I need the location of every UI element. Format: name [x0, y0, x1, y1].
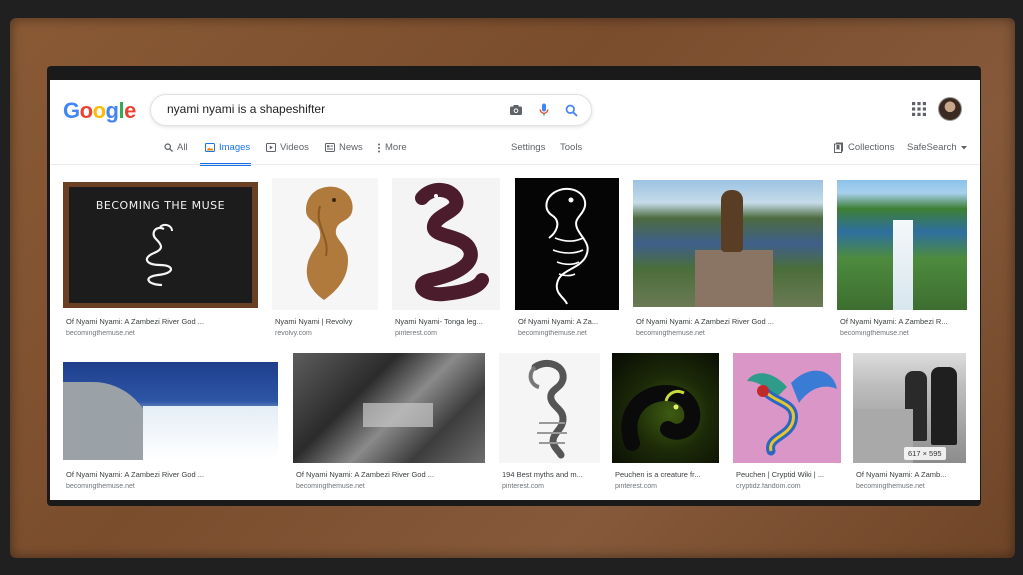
- account-avatar[interactable]: [938, 97, 962, 121]
- more-vert-icon: [378, 143, 380, 152]
- carved-serpent: [306, 186, 353, 300]
- result-domain: cryptidz.fandom.com: [736, 483, 801, 490]
- collections-label: Collections: [848, 142, 895, 153]
- tab-label: More: [385, 142, 407, 153]
- header-divider: [50, 164, 980, 165]
- google-logo[interactable]: Google: [63, 98, 136, 124]
- result-image[interactable]: [63, 362, 278, 460]
- result-image[interactable]: BECOMING THE MUSE: [63, 182, 258, 308]
- result-image[interactable]: [499, 353, 600, 463]
- dam-structure: [363, 403, 433, 427]
- winged-serpent: [747, 370, 837, 456]
- result-domain: pinterest.com: [395, 330, 438, 337]
- play-icon: [266, 143, 276, 152]
- stone-pedestal: [695, 250, 773, 307]
- logo-letter: G: [63, 98, 80, 123]
- result-domain: becomingthemuse.net: [840, 330, 909, 337]
- serpent-line-art: [545, 187, 589, 305]
- search-icon[interactable]: [562, 101, 580, 119]
- spillway-water: [143, 406, 278, 460]
- serpent-creature: [621, 384, 701, 451]
- chalkboard: BECOMING THE MUSE: [69, 187, 252, 303]
- result-title[interactable]: Nyami Nyami | Revolvy: [275, 317, 377, 326]
- result-domain: revolvy.com: [275, 330, 312, 337]
- tab-label: Tools: [560, 142, 583, 153]
- image-dimensions-badge: 617 × 595: [904, 447, 946, 460]
- tab-label: Images: [219, 142, 251, 153]
- tab-label: All: [177, 142, 188, 153]
- dropdown-arrow-icon: [960, 145, 967, 149]
- result-title[interactable]: Nyami Nyami- Tonga leg...: [395, 317, 499, 326]
- camera-icon[interactable]: [507, 101, 525, 119]
- result-domain: becomingthemuse.net: [66, 483, 135, 490]
- tab-images[interactable]: Images: [205, 142, 250, 153]
- result-image[interactable]: [392, 178, 500, 310]
- waterfall: [893, 220, 913, 310]
- tab-all[interactable]: All: [164, 142, 188, 153]
- result-title[interactable]: Of Nyami Nyami: A Zambezi River God ...: [636, 317, 822, 326]
- news-icon: [325, 143, 335, 152]
- tab-settings[interactable]: Settings: [511, 142, 545, 153]
- safesearch-label: SafeSearch: [907, 142, 957, 153]
- image-icon: [205, 143, 215, 152]
- search-input[interactable]: [165, 101, 499, 117]
- tab-tools[interactable]: Tools: [560, 142, 582, 153]
- result-image[interactable]: [633, 180, 823, 307]
- logo-letter: o: [79, 98, 93, 123]
- result-title[interactable]: Of Nyami Nyami: A Zambezi River God ...: [66, 470, 276, 479]
- logo-letter: o: [92, 98, 106, 123]
- result-title[interactable]: Of Nyami Nyami: A Zambezi River God ...: [66, 317, 256, 326]
- result-image[interactable]: [293, 353, 485, 463]
- safesearch-menu[interactable]: SafeSearch: [907, 142, 967, 153]
- tab-news[interactable]: News: [325, 142, 363, 153]
- logo-letter: e: [124, 98, 136, 123]
- search-icon: [164, 143, 173, 152]
- serpent-drawing: [145, 223, 173, 287]
- collections-link[interactable]: Collections: [834, 142, 894, 153]
- result-image[interactable]: [272, 178, 378, 310]
- person-figure: [931, 367, 957, 445]
- dam-wall: [63, 382, 153, 460]
- result-domain: pinterest.com: [502, 483, 545, 490]
- result-title[interactable]: Peuchen | Cryptid Wiki | ...: [736, 470, 840, 479]
- tab-label: Videos: [280, 142, 309, 153]
- result-image[interactable]: [515, 178, 619, 310]
- microphone-icon[interactable]: [535, 101, 553, 119]
- search-box[interactable]: [150, 94, 592, 126]
- tab-label: Settings: [511, 142, 546, 153]
- logo-letter: g: [105, 98, 119, 123]
- result-title[interactable]: Of Nyami Nyami: A Zamb...: [856, 470, 966, 479]
- browser-page: Google All Images Videos: [50, 80, 980, 500]
- apps-grid-icon[interactable]: [912, 102, 926, 116]
- result-image[interactable]: [733, 353, 841, 463]
- result-title[interactable]: Peuchen is a creature fr...: [615, 470, 719, 479]
- result-domain: becomingthemuse.net: [66, 330, 135, 337]
- result-title[interactable]: Of Nyami Nyami: A Zambezi River God ...: [296, 470, 484, 479]
- result-title[interactable]: Of Nyami Nyami: A Za...: [518, 317, 618, 326]
- statue: [721, 190, 743, 252]
- result-domain: becomingthemuse.net: [518, 330, 587, 337]
- serpent-drawing: [415, 183, 489, 302]
- search-tabs: All Images Videos News More Settings Too…: [50, 142, 980, 166]
- result-domain: pinterest.com: [615, 483, 658, 490]
- tab-videos[interactable]: Videos: [266, 142, 309, 153]
- result-domain: becomingthemuse.net: [296, 483, 365, 490]
- tab-more[interactable]: More: [377, 142, 407, 153]
- result-domain: becomingthemuse.net: [636, 330, 705, 337]
- result-domain: becomingthemuse.net: [856, 483, 925, 490]
- serpent-sketch: [528, 360, 567, 459]
- result-title[interactable]: 194 Best myths and m...: [502, 470, 600, 479]
- bookmark-icon: [834, 142, 843, 153]
- result-title[interactable]: Of Nyami Nyami: A Zambezi R...: [840, 317, 966, 326]
- result-image[interactable]: [837, 180, 967, 310]
- chalkboard-text: BECOMING THE MUSE: [95, 199, 226, 212]
- result-image[interactable]: [612, 353, 719, 463]
- tab-label: News: [339, 142, 363, 153]
